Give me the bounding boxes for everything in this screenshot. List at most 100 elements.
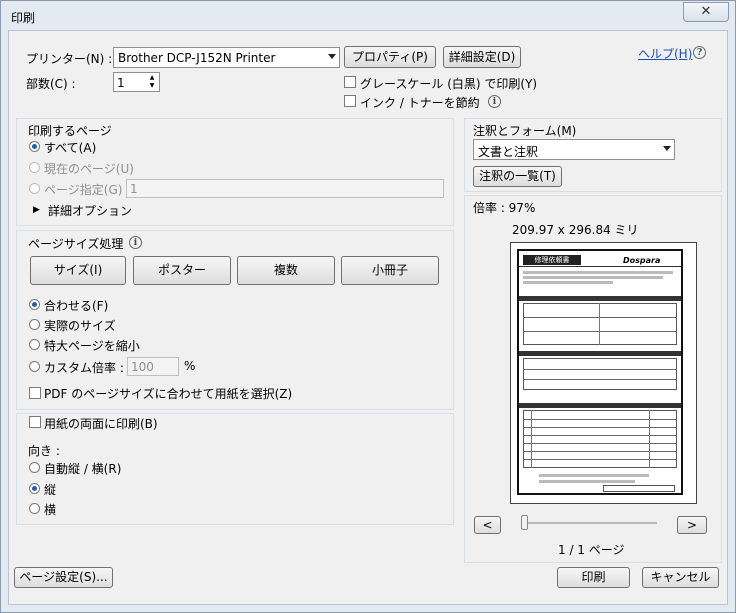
printer-select[interactable]: Brother DCP-J152N Printer [113, 47, 340, 68]
page-slider-thumb[interactable] [521, 515, 528, 530]
doc-row-line [523, 443, 677, 444]
doc-text-line [539, 474, 649, 477]
increment-icon[interactable]: ▲ [146, 74, 158, 82]
radio-auto-orientation[interactable] [29, 462, 40, 473]
save-ink-label: インク / トナーを節約 [360, 96, 480, 110]
radio-current-page[interactable] [29, 162, 40, 173]
radio-auto-label: 自動縦 / 横(R) [44, 462, 122, 476]
radio-custom-label: カスタム倍率 : [44, 361, 124, 375]
page-sizing-heading: ページサイズ処理 [28, 237, 124, 251]
printer-label: プリンター(N) : [26, 52, 113, 66]
booklet-button-label: 小冊子 [371, 263, 408, 277]
radio-fit-label: 合わせる(F) [44, 299, 109, 313]
previous-page-button[interactable]: < [474, 516, 501, 534]
page-counter: 1 / 1 ページ [558, 543, 625, 557]
page-range-input[interactable]: 1 [126, 179, 444, 198]
doc-section-bar [519, 296, 681, 301]
size-button-label: サイズ(I) [53, 263, 103, 277]
doc-section-bar [519, 403, 681, 408]
custom-scale-input[interactable]: 100 [127, 357, 179, 376]
doc-row-line [523, 451, 677, 452]
doc-signature-box [603, 485, 675, 492]
properties-button-label: プロパティ(P) [352, 50, 428, 64]
doc-text-line [523, 281, 613, 284]
preview-scale: 倍率 : 97% [473, 201, 536, 215]
booklet-button[interactable]: 小冊子 [341, 256, 439, 285]
preview-dimensions: 209.97 x 296.84 ミリ [512, 223, 639, 237]
save-ink-checkbox[interactable] [344, 95, 356, 107]
poster-button-label: ポスター [157, 263, 206, 277]
close-icon: ✕ [700, 4, 712, 19]
doc-row-line [523, 317, 677, 318]
expand-triangle-icon[interactable]: ▶ [33, 205, 40, 215]
grayscale-checkbox[interactable] [344, 76, 356, 88]
page-slider-track[interactable] [521, 522, 657, 524]
pages-heading: 印刷するページ [28, 124, 112, 138]
radio-landscape-label: 横 [44, 503, 57, 517]
copies-value: 1 [117, 76, 125, 90]
chevron-left-icon: < [482, 518, 493, 532]
doc-row-line [523, 331, 677, 332]
doc-section-bar [519, 351, 681, 356]
doc-title: 修理依頼書 [523, 255, 581, 265]
more-options-toggle[interactable]: 詳細オプション [48, 202, 132, 219]
radio-fit[interactable] [29, 299, 40, 310]
multiple-button-label: 複数 [273, 263, 298, 277]
info-icon[interactable]: i [488, 95, 501, 108]
cancel-button[interactable]: キャンセル [642, 567, 719, 588]
radio-all[interactable] [29, 141, 40, 152]
doc-brand-logo: Dospara [623, 256, 661, 265]
summarize-comments-button[interactable]: 注釈の一覧(T) [473, 166, 562, 187]
doc-form-table [523, 358, 677, 390]
doc-row-line [523, 435, 677, 436]
doc-rule [519, 266, 681, 267]
size-button[interactable]: サイズ(I) [30, 256, 126, 285]
radio-portrait[interactable] [29, 483, 40, 494]
grayscale-label: グレースケール (白黒) で印刷(Y) [360, 77, 538, 91]
chevron-down-icon [328, 54, 336, 59]
print-button[interactable]: 印刷 [557, 567, 630, 588]
doc-col-line [599, 303, 600, 345]
radio-actual-size[interactable] [29, 319, 40, 330]
radio-shrink[interactable] [29, 339, 40, 350]
radio-custom-scale[interactable] [29, 361, 40, 372]
close-button[interactable]: ✕ [683, 2, 729, 22]
radio-landscape[interactable] [29, 503, 40, 514]
next-page-button[interactable]: > [677, 516, 707, 534]
properties-button[interactable]: プロパティ(P) [344, 46, 436, 68]
printer-select-value: Brother DCP-J152N Printer [118, 51, 276, 65]
comments-select-value: 文書と注釈 [478, 145, 539, 159]
doc-form-table [523, 303, 677, 345]
copies-stepper[interactable]: 1 ▲ ▼ [113, 72, 160, 92]
comments-heading: 注釈とフォーム(M) [473, 124, 577, 138]
page-preview: 修理依頼書 Dospara [510, 242, 697, 504]
doc-col-line [531, 410, 532, 468]
custom-scale-value: 100 [131, 360, 154, 374]
duplex-label: 用紙の両面に印刷(B) [44, 417, 158, 431]
duplex-checkbox[interactable] [29, 416, 41, 428]
radio-portrait-label: 縦 [44, 483, 57, 497]
page-range-value: 1 [130, 182, 138, 196]
decrement-icon[interactable]: ▼ [146, 82, 158, 90]
percent-label: % [184, 359, 196, 373]
doc-row-line [523, 459, 677, 460]
info-icon[interactable]: i [129, 236, 142, 249]
advanced-button[interactable]: 詳細設定(D) [443, 46, 521, 68]
advanced-button-label: 詳細設定(D) [448, 50, 516, 64]
comments-select[interactable]: 文書と注釈 [473, 139, 675, 160]
poster-button[interactable]: ポスター [133, 256, 231, 285]
chevron-right-icon: > [686, 518, 698, 532]
print-button-label: 印刷 [581, 570, 606, 584]
pdf-paper-label: PDF のページサイズに合わせて用紙を選択(Z) [44, 387, 293, 401]
multiple-button[interactable]: 複数 [237, 256, 335, 285]
help-link[interactable]: ヘルプ(H) [638, 45, 692, 62]
radio-page-range[interactable] [29, 183, 40, 194]
radio-actual-label: 実際のサイズ [44, 319, 116, 333]
doc-row-line [523, 427, 677, 428]
page-setup-button[interactable]: ページ設定(S)... [14, 567, 113, 588]
orientation-heading: 向き : [28, 444, 60, 458]
help-icon[interactable]: ? [693, 46, 706, 59]
pdf-paper-checkbox[interactable] [29, 387, 41, 399]
doc-row-line [523, 419, 677, 420]
radio-shrink-label: 特大ページを縮小 [44, 339, 140, 353]
